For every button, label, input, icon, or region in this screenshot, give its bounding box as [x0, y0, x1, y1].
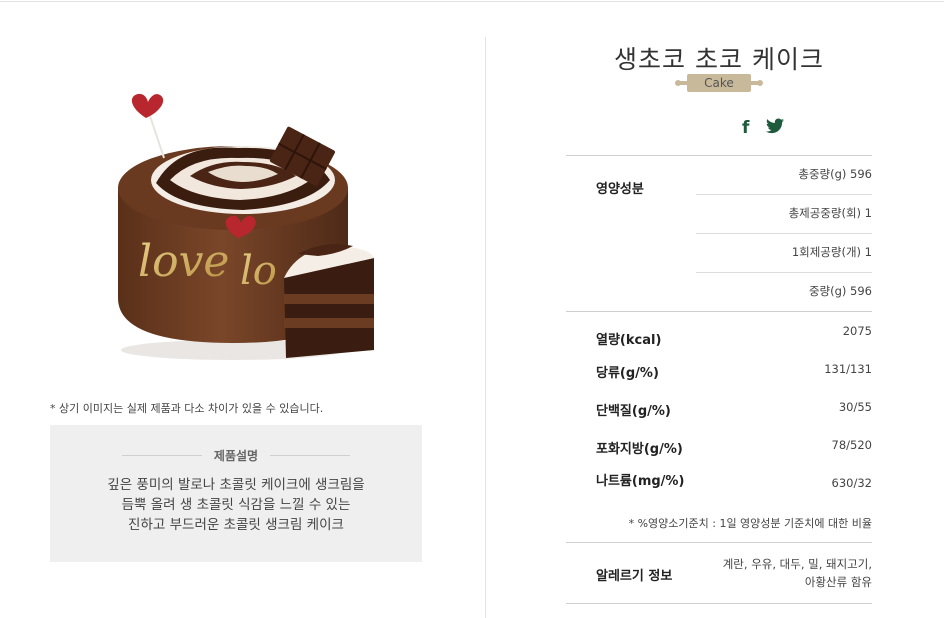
divider: [121, 455, 202, 456]
column-divider: [485, 37, 486, 618]
product-description-box: 제품설명 깊은 풍미의 발로나 초콜릿 케이크에 생크림을 듬뿍 올려 생 초콜…: [50, 425, 422, 562]
nutrient-label: 열량(kcal): [596, 333, 662, 348]
allergy-line: 아황산류 함유: [804, 575, 872, 589]
description-title: 제품설명: [213, 449, 259, 463]
description-header: 제품설명: [50, 447, 422, 464]
product-title: 생초코 초코 케이크: [614, 45, 824, 74]
top-border: [0, 1, 944, 2]
twitter-icon[interactable]: [766, 118, 784, 139]
divider: [696, 233, 872, 234]
divider: [696, 272, 872, 273]
divider: [566, 155, 872, 156]
product-image: love lo: [108, 88, 380, 364]
divider: [566, 311, 872, 312]
nutrient-value: 2075: [842, 324, 872, 338]
nutrient-label: 포화지방(g/%): [596, 442, 683, 457]
meta-weight: 중량(g) 596: [808, 284, 872, 298]
nutrition-footnote: * %영양소기준치 : 1일 영양성분 기준치에 대한 비율: [628, 517, 872, 530]
nutrient-value: 131/131: [824, 362, 872, 376]
nutrient-label: 단백질(g/%): [596, 404, 671, 419]
divider: [696, 194, 872, 195]
category-label: Cake: [704, 76, 734, 90]
allergy-label: 알레르기 정보: [596, 569, 673, 584]
meta-total-servings: 총제공중량(회) 1: [788, 206, 872, 220]
category-ribbon: Cake: [675, 74, 763, 92]
nutrient-label: 당류(g/%): [596, 366, 659, 381]
nutrient-value: 630/32: [831, 476, 872, 490]
svg-text:lo: lo: [240, 248, 277, 294]
divider: [566, 542, 872, 543]
nutrition-heading: 영양성분: [596, 182, 644, 197]
nutrient-value: 78/520: [831, 438, 872, 452]
facebook-icon[interactable]: f: [742, 118, 749, 138]
description-line: 깊은 풍미의 발로나 초콜릿 케이크에 생크림을: [107, 477, 365, 493]
image-disclaimer: * 상기 이미지는 실제 제품과 다소 차이가 있을 수 있습니다.: [50, 402, 324, 415]
description-line: 진하고 부드러운 초콜릿 생크림 케이크: [128, 517, 344, 533]
nutrient-value: 30/55: [838, 400, 872, 414]
allergy-info: 계란, 우유, 대두, 밀, 돼지고기, 아황산류 함유: [723, 555, 872, 591]
divider: [270, 455, 351, 456]
allergy-line: 계란, 우유, 대두, 밀, 돼지고기,: [722, 557, 872, 571]
divider: [566, 603, 872, 604]
meta-serving-size: 1회제공량(개) 1: [791, 245, 872, 259]
meta-total-weight: 총중량(g) 596: [798, 167, 872, 181]
description-body: 깊은 풍미의 발로나 초콜릿 케이크에 생크림을 듬뿍 올려 생 초콜릿 식감을…: [50, 475, 422, 535]
nutrient-label: 나트륨(mg/%): [596, 474, 685, 489]
description-line: 듬뿍 올려 생 초콜릿 식감을 느낄 수 있는: [121, 497, 351, 513]
svg-text:love: love: [138, 236, 229, 287]
